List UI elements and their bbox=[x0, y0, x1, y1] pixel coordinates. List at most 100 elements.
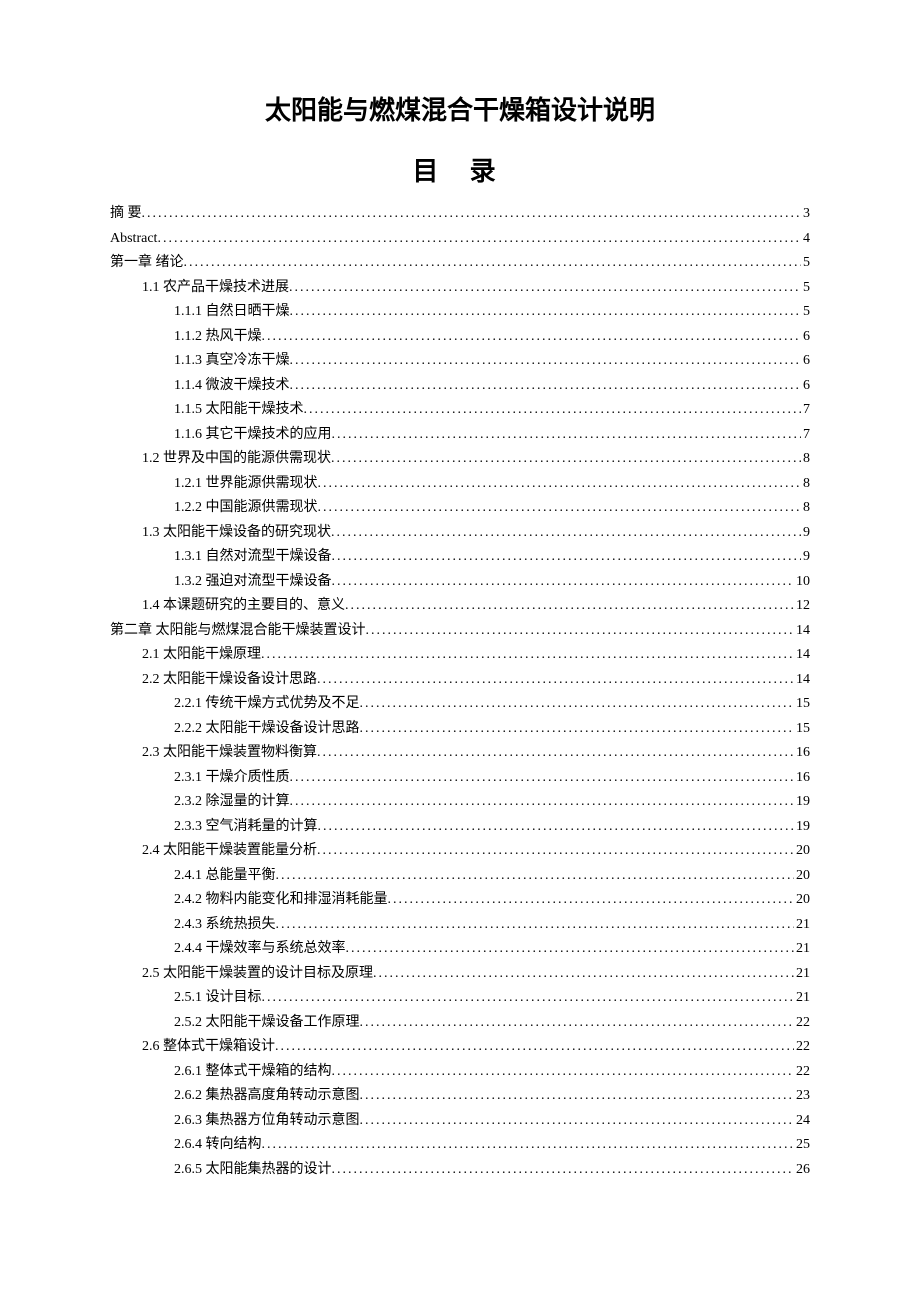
toc-entry-label: 第一章 绪论 bbox=[110, 251, 184, 276]
toc-leader bbox=[360, 717, 795, 742]
toc-entry-page: 22 bbox=[794, 1060, 810, 1085]
toc-entry[interactable]: 2.5 太阳能干燥装置的设计目标及原理21 bbox=[110, 962, 810, 987]
toc-leader bbox=[290, 766, 795, 791]
toc-entry-label: 1.1.4 微波干燥技术 bbox=[174, 374, 290, 399]
toc-leader bbox=[261, 643, 794, 668]
toc-leader bbox=[275, 1035, 794, 1060]
toc-entry-page: 9 bbox=[801, 545, 810, 570]
table-of-contents: 摘 要3Abstract4第一章 绪论 51.1 农产品干燥技术进展51.1.1 … bbox=[110, 202, 810, 1182]
toc-entry[interactable]: 1.1.4 微波干燥技术 6 bbox=[110, 374, 810, 399]
toc-entry-page: 20 bbox=[794, 839, 810, 864]
toc-entry[interactable]: 2.2 太阳能干燥设备设计思路 14 bbox=[110, 668, 810, 693]
toc-entry[interactable]: 1.1.5 太阳能干燥技术7 bbox=[110, 398, 810, 423]
toc-entry-page: 23 bbox=[794, 1084, 810, 1109]
toc-leader bbox=[276, 913, 795, 938]
toc-entry[interactable]: 2.6 整体式干燥箱设计22 bbox=[110, 1035, 810, 1060]
toc-entry[interactable]: Abstract4 bbox=[110, 227, 810, 252]
toc-entry-label: 2.2 太阳能干燥设备设计思路 bbox=[142, 668, 317, 693]
toc-leader bbox=[262, 1133, 795, 1158]
toc-entry[interactable]: 1.1.6 其它干燥技术的应用7 bbox=[110, 423, 810, 448]
toc-leader bbox=[360, 1011, 795, 1036]
toc-entry[interactable]: 2.3 太阳能干燥装置物料衡算16 bbox=[110, 741, 810, 766]
toc-entry-page: 6 bbox=[801, 349, 810, 374]
toc-leader bbox=[304, 398, 802, 423]
toc-entry[interactable]: 2.3.2 除湿量的计算 19 bbox=[110, 790, 810, 815]
toc-entry[interactable]: 1.3.1 自然对流型干燥设备9 bbox=[110, 545, 810, 570]
toc-entry[interactable]: 2.6.1 整体式干燥箱的结构22 bbox=[110, 1060, 810, 1085]
toc-entry-label: 2.3.2 除湿量的计算 bbox=[174, 790, 290, 815]
toc-entry[interactable]: 2.6.2 集热器高度角转动示意图23 bbox=[110, 1084, 810, 1109]
toc-entry-page: 25 bbox=[794, 1133, 810, 1158]
toc-entry-page: 20 bbox=[794, 888, 810, 913]
toc-entry[interactable]: 1.1.3 真空冷冻干燥 6 bbox=[110, 349, 810, 374]
toc-entry[interactable]: 2.4.4 干燥效率与系统总效率21 bbox=[110, 937, 810, 962]
toc-leader bbox=[318, 472, 802, 497]
toc-entry[interactable]: 1.4 本课题研究的主要目的、意义12 bbox=[110, 594, 810, 619]
toc-entry-label: 2.3.1 干燥介质性质 bbox=[174, 766, 290, 791]
toc-entry[interactable]: 2.5.1 设计目标21 bbox=[110, 986, 810, 1011]
toc-entry[interactable]: 1.2 世界及中国的能源供需现状8 bbox=[110, 447, 810, 472]
toc-entry-label: 1.1.6 其它干燥技术的应用 bbox=[174, 423, 332, 448]
toc-entry-page: 19 bbox=[794, 815, 810, 840]
toc-leader bbox=[332, 545, 802, 570]
toc-entry-page: 15 bbox=[794, 717, 810, 742]
toc-entry[interactable]: 2.4.3 系统热损失21 bbox=[110, 913, 810, 938]
toc-entry[interactable]: 2.2.2 太阳能干燥设备设计思路15 bbox=[110, 717, 810, 742]
toc-leader bbox=[346, 937, 795, 962]
toc-entry-label: 2.6.4 转向结构 bbox=[174, 1133, 262, 1158]
toc-entry[interactable]: 2.5.2 太阳能干燥设备工作原理22 bbox=[110, 1011, 810, 1036]
toc-entry[interactable]: 2.4.2 物料内能变化和排湿消耗能量 20 bbox=[110, 888, 810, 913]
toc-entry[interactable]: 1.3 太阳能干燥设备的研究现状9 bbox=[110, 521, 810, 546]
toc-entry-page: 19 bbox=[794, 790, 810, 815]
toc-entry-label: 2.5.2 太阳能干燥设备工作原理 bbox=[174, 1011, 360, 1036]
toc-entry[interactable]: 1.1.1 自然日晒干燥5 bbox=[110, 300, 810, 325]
toc-entry[interactable]: 1.3.2 强迫对流型干燥设备10 bbox=[110, 570, 810, 595]
toc-entry[interactable]: 2.4 太阳能干燥装置能量分析20 bbox=[110, 839, 810, 864]
toc-entry-label: 1.2.2 中国能源供需现状 bbox=[174, 496, 318, 521]
toc-entry[interactable]: 2.6.4 转向结构 25 bbox=[110, 1133, 810, 1158]
toc-entry[interactable]: 1.1.2 热风干燥6 bbox=[110, 325, 810, 350]
toc-entry-label: 2.1 太阳能干燥原理 bbox=[142, 643, 261, 668]
toc-leader bbox=[290, 790, 795, 815]
toc-leader bbox=[262, 986, 795, 1011]
toc-entry-page: 16 bbox=[794, 766, 810, 791]
toc-entry-page: 16 bbox=[794, 741, 810, 766]
toc-entry-page: 12 bbox=[794, 594, 810, 619]
toc-entry-page: 21 bbox=[794, 913, 810, 938]
toc-entry[interactable]: 2.3.3 空气消耗量的计算 19 bbox=[110, 815, 810, 840]
toc-entry-page: 14 bbox=[794, 668, 810, 693]
toc-entry-page: 3 bbox=[801, 202, 810, 227]
toc-entry[interactable]: 1.2.2 中国能源供需现状8 bbox=[110, 496, 810, 521]
toc-entry[interactable]: 摘 要3 bbox=[110, 202, 810, 227]
toc-entry[interactable]: 第二章 太阳能与燃煤混合能干燥装置设计14 bbox=[110, 619, 810, 644]
toc-entry-page: 14 bbox=[794, 619, 810, 644]
toc-leader bbox=[373, 962, 794, 987]
toc-leader bbox=[360, 1084, 795, 1109]
toc-entry-label: 1.1.3 真空冷冻干燥 bbox=[174, 349, 290, 374]
toc-entry-label: 2.6.5 太阳能集热器的设计 bbox=[174, 1158, 332, 1183]
toc-entry-label: 2.2.1 传统干燥方式优势及不足 bbox=[174, 692, 360, 717]
toc-entry-page: 22 bbox=[794, 1035, 810, 1060]
toc-entry-label: 1.1.1 自然日晒干燥 bbox=[174, 300, 290, 325]
toc-entry-page: 6 bbox=[801, 374, 810, 399]
toc-entry-label: 1.1.5 太阳能干燥技术 bbox=[174, 398, 304, 423]
toc-entry-label: 2.3.3 空气消耗量的计算 bbox=[174, 815, 318, 840]
toc-entry-label: 2.5.1 设计目标 bbox=[174, 986, 262, 1011]
toc-entry[interactable]: 2.6.5 太阳能集热器的设计26 bbox=[110, 1158, 810, 1183]
toc-leader bbox=[331, 521, 801, 546]
toc-entry[interactable]: 2.4.1 总能量平衡20 bbox=[110, 864, 810, 889]
toc-entry[interactable]: 2.2.1 传统干燥方式优势及不足15 bbox=[110, 692, 810, 717]
toc-entry[interactable]: 第一章 绪论 5 bbox=[110, 251, 810, 276]
toc-entry-page: 21 bbox=[794, 937, 810, 962]
toc-entry[interactable]: 1.2.1 世界能源供需现状8 bbox=[110, 472, 810, 497]
toc-entry-page: 4 bbox=[801, 227, 810, 252]
toc-entry-page: 5 bbox=[801, 251, 810, 276]
toc-entry[interactable]: 2.1 太阳能干燥原理14 bbox=[110, 643, 810, 668]
toc-entry-label: 1.3 太阳能干燥设备的研究现状 bbox=[142, 521, 331, 546]
toc-leader bbox=[262, 325, 802, 350]
toc-leader bbox=[318, 496, 802, 521]
toc-entry[interactable]: 1.1 农产品干燥技术进展5 bbox=[110, 276, 810, 301]
toc-entry-label: 2.4.2 物料内能变化和排湿消耗能量 bbox=[174, 888, 388, 913]
toc-entry[interactable]: 2.6.3 集热器方位角转动示意图24 bbox=[110, 1109, 810, 1134]
toc-entry[interactable]: 2.3.1 干燥介质性质 16 bbox=[110, 766, 810, 791]
